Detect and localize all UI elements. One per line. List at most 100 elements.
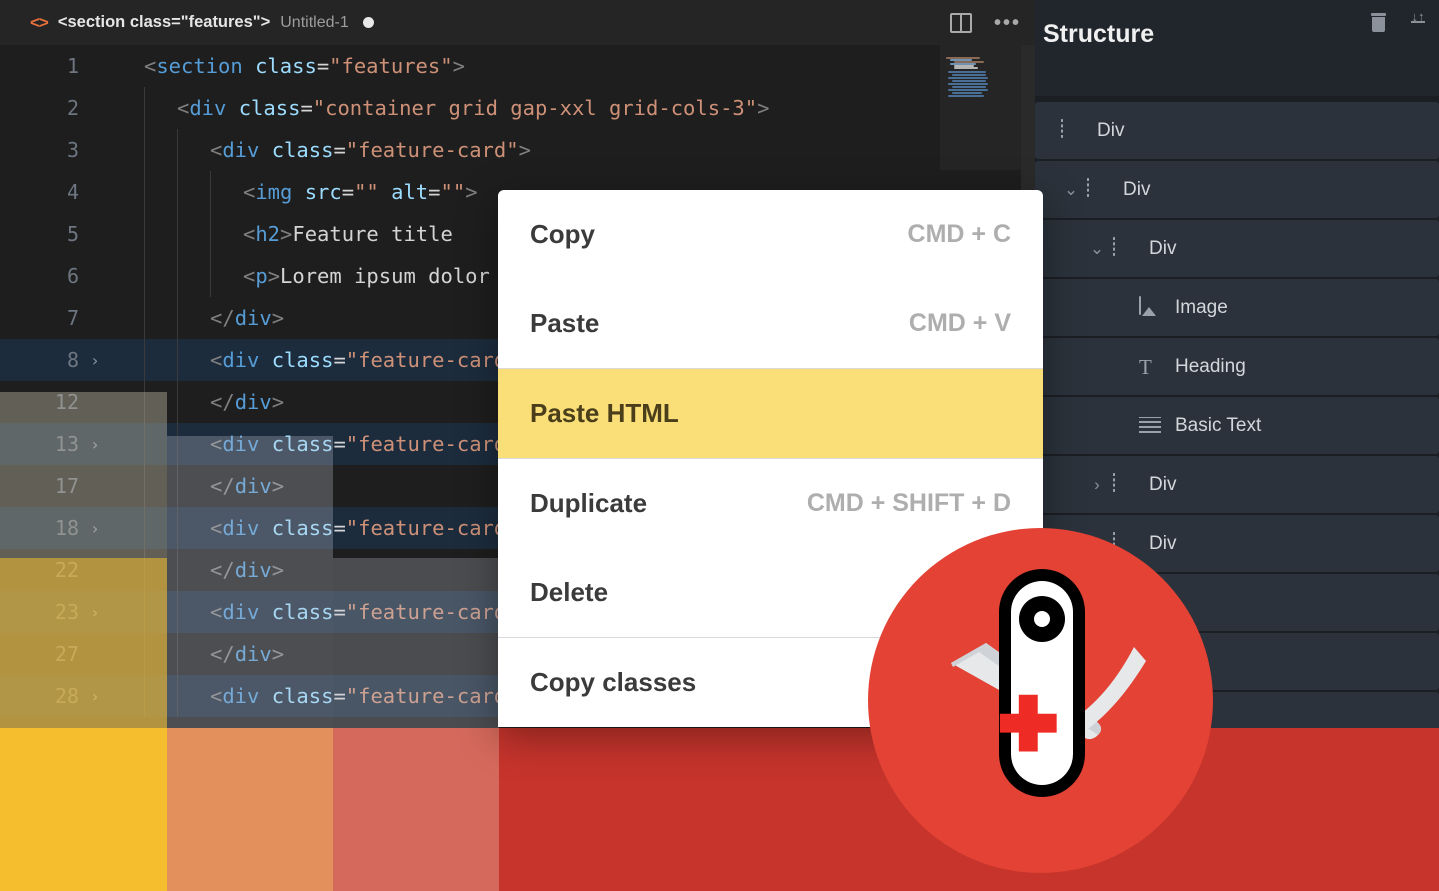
- minimap-row: [954, 67, 978, 69]
- code-token: div: [222, 432, 260, 456]
- code-token: =: [333, 432, 346, 456]
- tab-title: <section class="features">: [57, 13, 271, 31]
- line-gutter: 7›: [0, 306, 110, 330]
- line-number: 1: [66, 54, 79, 78]
- code-token: class: [271, 348, 334, 372]
- code-token: <: [210, 600, 223, 624]
- code-text: <div class="container grid gap-xxl grid-…: [110, 96, 769, 120]
- code-token: class: [271, 684, 334, 708]
- more-options-icon[interactable]: •••: [994, 13, 1021, 33]
- tree-item-label: Heading: [1175, 355, 1246, 377]
- fold-chevron-icon[interactable]: ›: [88, 351, 102, 370]
- tree-row[interactable]: › Div: [1035, 456, 1439, 513]
- line-gutter: 23 ›: [0, 600, 110, 624]
- structure-panel-title: Structure: [1043, 20, 1155, 48]
- menu-item-duplicate[interactable]: Duplicate CMD + SHIFT + D: [498, 459, 1043, 548]
- code-token: <: [210, 516, 223, 540]
- menu-item-shortcut: CMD + C: [907, 220, 1011, 248]
- code-token: =: [300, 96, 313, 120]
- line-gutter: 6›: [0, 264, 110, 288]
- line-number: 4: [66, 180, 79, 204]
- fold-chevron-icon[interactable]: ›: [88, 519, 102, 538]
- chevron-right-icon[interactable]: ›: [1089, 476, 1105, 493]
- code-line[interactable]: 3›<div class="feature-card">: [0, 129, 1035, 171]
- div-icon: [1113, 236, 1135, 260]
- tree-row[interactable]: T Heading: [1035, 338, 1439, 395]
- code-token: </: [210, 306, 235, 330]
- line-number: 13: [54, 432, 79, 456]
- line-gutter: 27›: [0, 642, 110, 666]
- line-number: 2: [66, 96, 79, 120]
- code-line[interactable]: 2›<div class="container grid gap-xxl gri…: [0, 87, 1035, 129]
- minimap-row: [948, 95, 984, 97]
- swatch-orange: [167, 728, 333, 891]
- tree-item-label: Div: [1123, 178, 1151, 200]
- unsaved-indicator-icon: [362, 17, 374, 28]
- menu-item-shortcut: CMD + V: [908, 309, 1011, 337]
- swatch-yellow: [0, 728, 167, 891]
- code-token: class: [271, 138, 334, 162]
- tree-row[interactable]: Image: [1035, 279, 1439, 336]
- line-number: 28: [54, 684, 79, 708]
- code-token: "features": [329, 54, 453, 78]
- collapse-all-icon[interactable]: ↓ ↑: [1409, 10, 1427, 32]
- tree-item-label: Basic Text: [1175, 414, 1262, 436]
- chevron-down-icon[interactable]: ⌄: [1063, 181, 1079, 198]
- line-number: 22: [54, 558, 79, 582]
- code-token: <: [243, 180, 256, 204]
- line-gutter: 3›: [0, 138, 110, 162]
- indent-guide: [144, 87, 145, 717]
- code-token: p: [255, 264, 268, 288]
- menu-item-paste[interactable]: Paste CMD + V: [498, 279, 1043, 368]
- tree-row[interactable]: Basic Text: [1035, 397, 1439, 454]
- menu-item-copy[interactable]: Copy CMD + C: [498, 190, 1043, 279]
- minimap-row: [948, 89, 988, 91]
- code-token: >: [452, 54, 465, 78]
- code-line[interactable]: 1›<section class="features">: [0, 45, 1035, 87]
- line-gutter: 12›: [0, 390, 110, 414]
- code-token: class: [271, 432, 334, 456]
- code-token: =: [341, 180, 355, 204]
- tree-row[interactable]: ⌄ Div: [1035, 161, 1439, 218]
- image-icon: [1139, 295, 1161, 319]
- code-token: >: [271, 474, 285, 498]
- tree-row[interactable]: ⌄ Div: [1035, 220, 1439, 277]
- code-token: "feature-card": [345, 348, 519, 372]
- code-text: <div class="feature-card">: [110, 138, 531, 162]
- minimap-row: [952, 74, 986, 76]
- code-text: <section class="features">: [110, 54, 465, 78]
- code-token: "": [440, 180, 466, 204]
- code-token: </: [210, 390, 235, 414]
- code-text: <img src="" alt="">: [110, 180, 478, 204]
- menu-item-label: Paste: [530, 308, 600, 338]
- tree-item-label: Div: [1149, 473, 1177, 495]
- code-token: div: [234, 558, 272, 582]
- editor-titlebar: <> <section class="features"> Untitled-1…: [0, 0, 1035, 45]
- fold-chevron-icon[interactable]: ›: [88, 435, 102, 454]
- line-number: 7: [66, 306, 79, 330]
- code-text: <div class="feature-card">: [110, 684, 531, 708]
- code-token: >: [271, 642, 285, 666]
- tree-item-label: Div: [1149, 237, 1177, 259]
- code-token: =: [333, 138, 346, 162]
- indent-guide: [210, 171, 211, 297]
- fold-chevron-icon[interactable]: ›: [88, 687, 102, 706]
- code-token: <: [210, 138, 223, 162]
- code-token: >: [757, 96, 770, 120]
- menu-item-paste-html[interactable]: Paste HTML: [498, 369, 1043, 458]
- line-gutter: 13 ›: [0, 432, 110, 456]
- chevron-down-icon[interactable]: ⌄: [1089, 240, 1105, 257]
- trash-icon[interactable]: [1370, 12, 1387, 32]
- line-number: 23: [54, 600, 79, 624]
- code-text: </div>: [110, 474, 284, 498]
- code-token: <: [177, 96, 190, 120]
- fold-chevron-icon[interactable]: ›: [88, 603, 102, 622]
- tree-row[interactable]: Div: [1035, 102, 1439, 159]
- code-text: <div class="feature-card">: [110, 348, 531, 372]
- split-editor-icon[interactable]: [949, 12, 972, 33]
- code-token: =: [333, 600, 346, 624]
- editor-tab[interactable]: <> <section class="features"> Untitled-1: [30, 13, 374, 32]
